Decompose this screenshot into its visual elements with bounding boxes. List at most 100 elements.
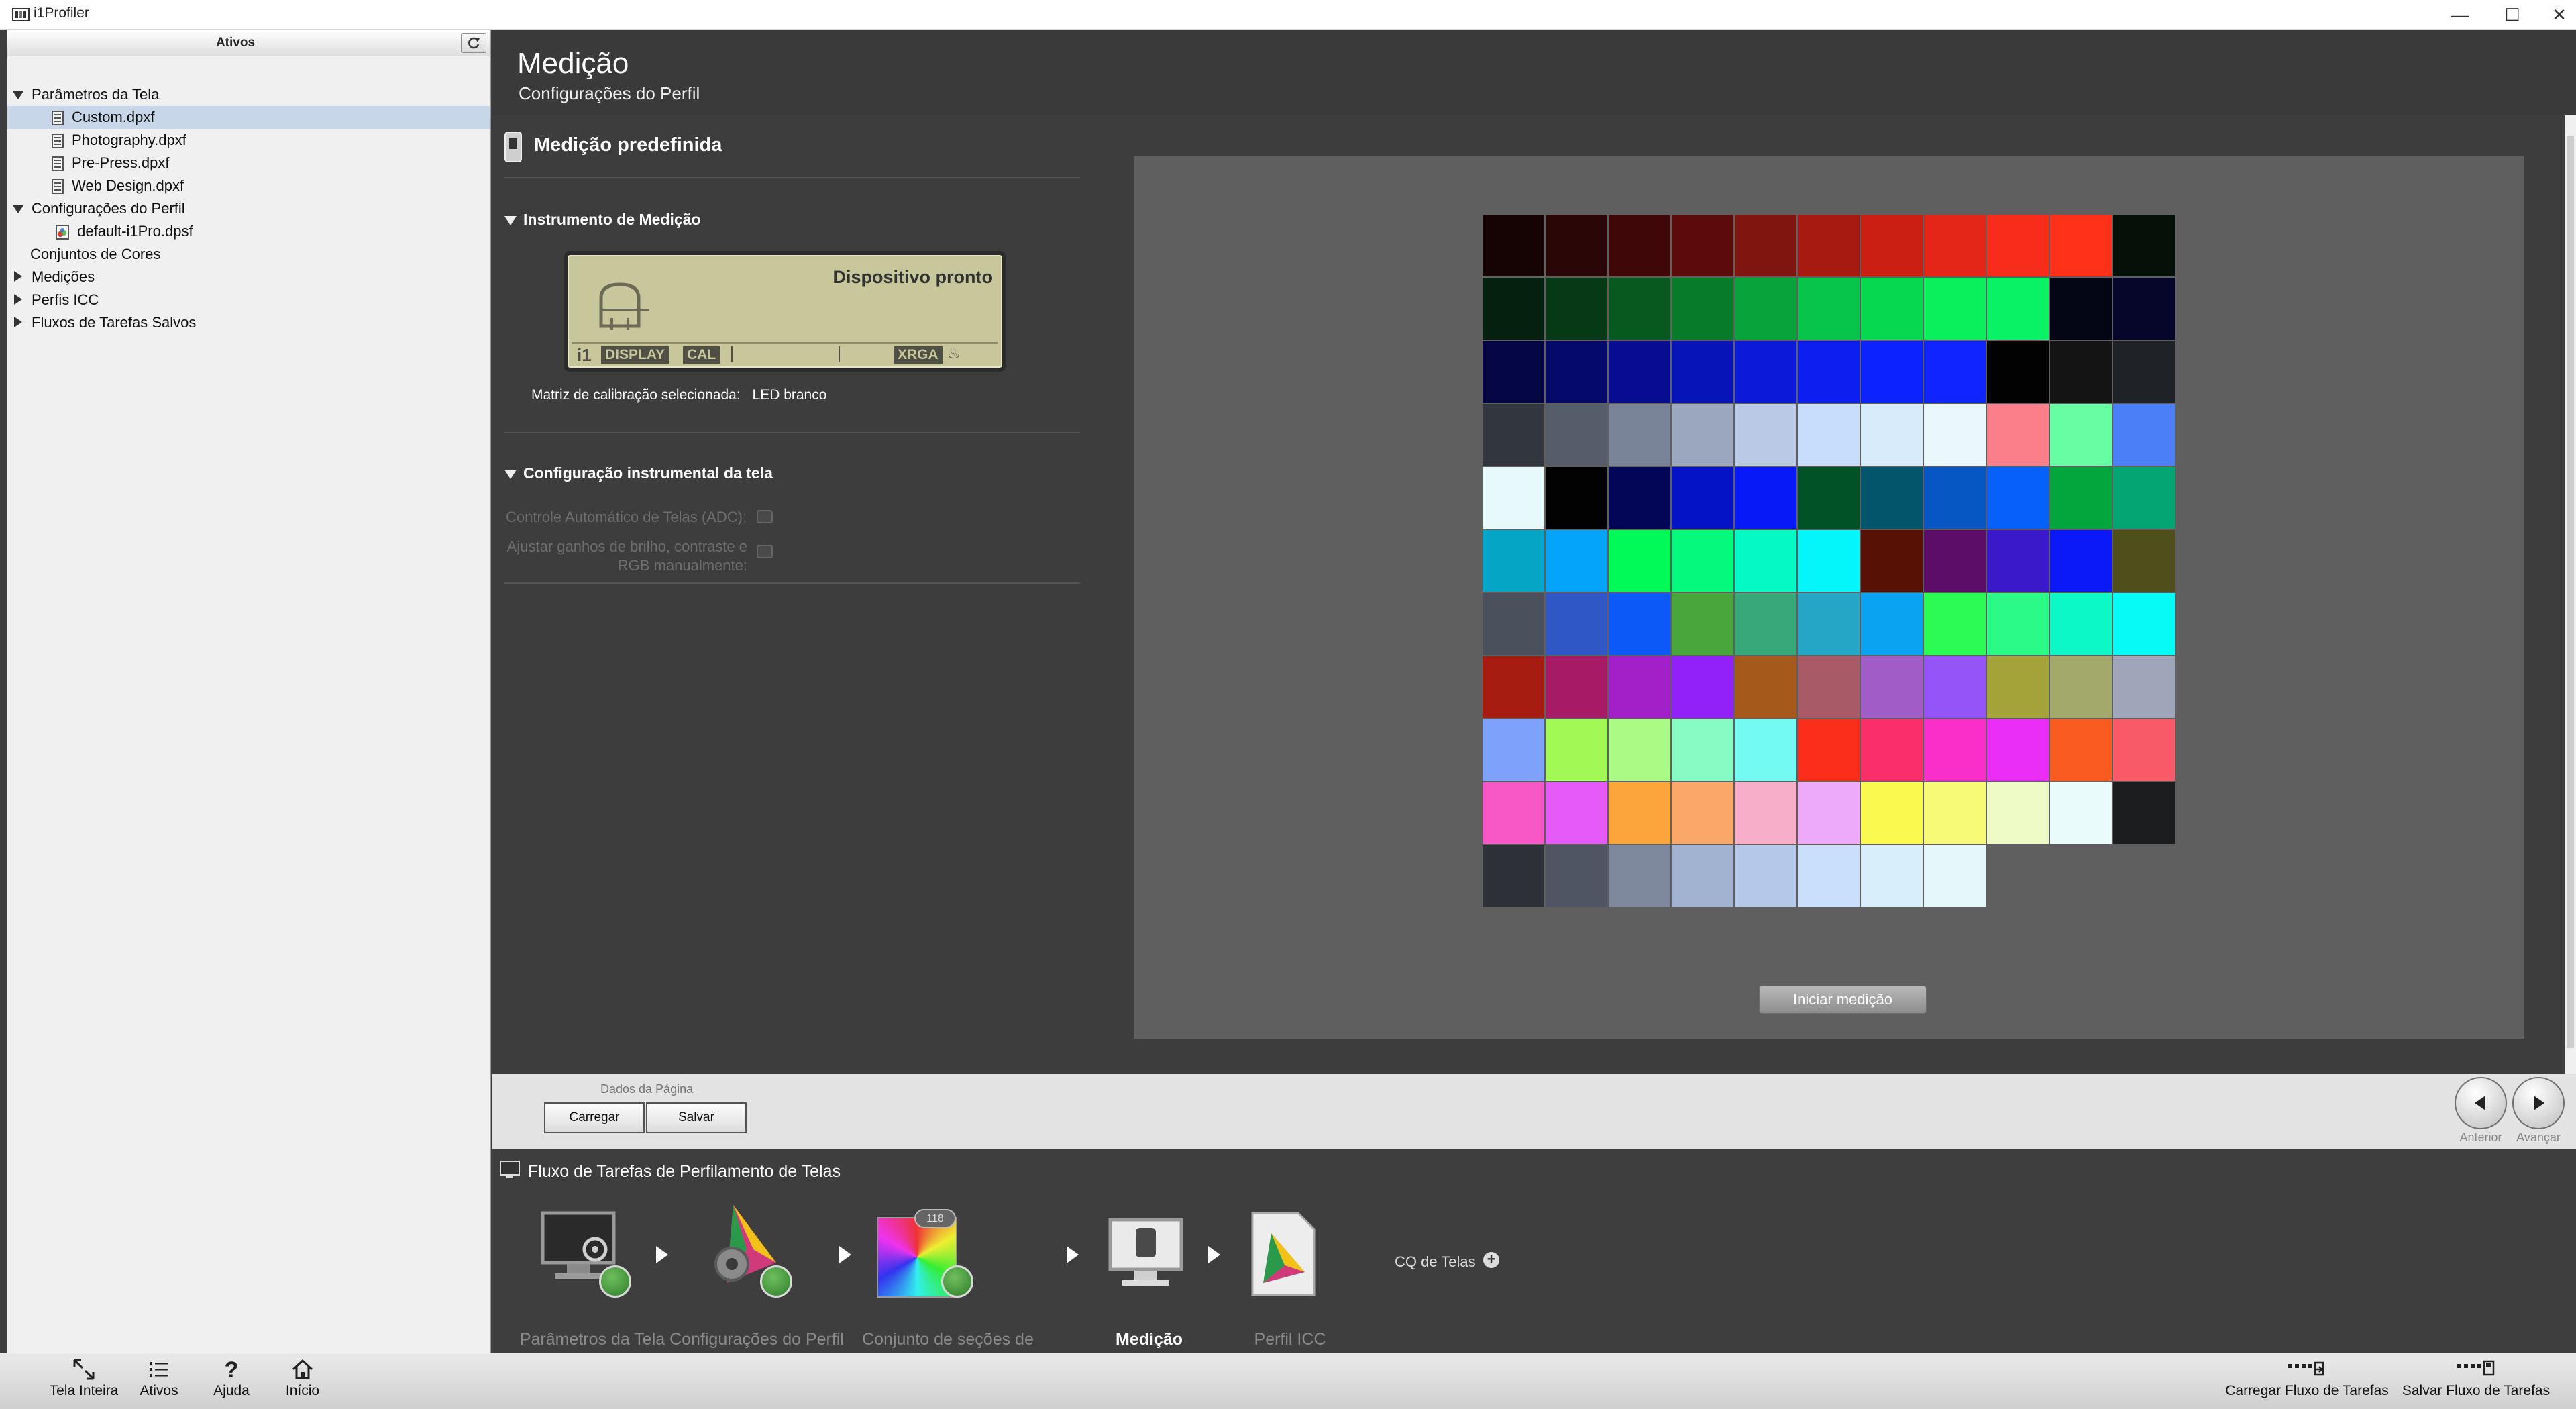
load-button[interactable]: Carregar xyxy=(544,1102,645,1133)
color-patch xyxy=(1672,530,1733,592)
load-workflow-icon xyxy=(2288,1361,2324,1376)
color-patch xyxy=(1924,593,1986,655)
manual-adjust-checkbox[interactable] xyxy=(757,545,773,558)
color-patch xyxy=(1609,278,1670,340)
divider xyxy=(504,582,1080,584)
adc-checkbox[interactable] xyxy=(757,510,773,523)
tree-item-custom-dpxf[interactable]: Custom.dpxf xyxy=(7,106,490,129)
tree-item-label: Configurações do Perfil xyxy=(32,200,185,217)
color-patch xyxy=(1546,656,1607,718)
color-patch xyxy=(2113,719,2175,781)
collapsed-icon[interactable] xyxy=(14,271,22,282)
workflow-step-measurement[interactable] xyxy=(1101,1196,1201,1323)
tree-item-prepress-dpxf[interactable]: Pre-Press.dpxf xyxy=(7,152,490,174)
collapsed-icon[interactable] xyxy=(14,294,22,305)
arrow-right-icon xyxy=(2534,1096,2544,1110)
color-patch xyxy=(1609,215,1670,276)
tree-item-saved-workflows[interactable]: Fluxos de Tarefas Salvos xyxy=(7,311,490,334)
previous-button[interactable] xyxy=(2455,1077,2507,1129)
color-patch xyxy=(1861,341,1923,403)
instrument-section-header[interactable]: Instrumento de Medição xyxy=(504,211,701,229)
color-patch xyxy=(1546,593,1607,655)
color-patch xyxy=(1987,656,2049,718)
next-button[interactable] xyxy=(2512,1077,2565,1129)
monitor-icon xyxy=(500,1161,520,1178)
tree-item-default-dpsf[interactable]: default-i1Pro.dpsf xyxy=(7,220,490,243)
assets-button[interactable]: Ativos xyxy=(131,1357,186,1399)
full-screen-label: Tela Inteira xyxy=(49,1383,119,1398)
tree-item-label: Fluxos de Tarefas Salvos xyxy=(32,314,197,331)
workflow-step-icc-profile[interactable] xyxy=(1243,1196,1337,1323)
color-patch xyxy=(1861,404,1923,466)
display-config-section-header[interactable]: Configuração instrumental da tela xyxy=(504,464,773,482)
page-header: Medição Configurações do Perfil xyxy=(492,30,2576,115)
load-workflow-button[interactable]: Carregar Fluxo de Tarefas xyxy=(2224,1357,2390,1399)
i1-logo: i1 xyxy=(577,345,592,365)
minimize-icon[interactable]: — xyxy=(2430,0,2490,30)
expanded-icon[interactable] xyxy=(13,205,23,213)
vertical-scrollbar[interactable] xyxy=(2565,115,2576,1074)
sidebar-title: Ativos xyxy=(215,36,256,50)
home-icon xyxy=(292,1359,313,1379)
color-patch xyxy=(1798,467,1860,529)
full-screen-button[interactable]: Tela Inteira xyxy=(40,1357,127,1399)
color-patch xyxy=(1735,278,1796,340)
full-screen-icon xyxy=(73,1359,95,1380)
color-patch xyxy=(1735,341,1796,403)
icc-profile-icon xyxy=(1251,1212,1316,1296)
home-button[interactable]: Início xyxy=(275,1357,330,1399)
refresh-button[interactable] xyxy=(461,33,486,53)
workflow-arrow-icon xyxy=(656,1246,668,1263)
next-label: Avançar xyxy=(2516,1131,2561,1144)
color-patch xyxy=(2113,782,2175,844)
measurement-icon xyxy=(1108,1218,1183,1286)
color-patch xyxy=(2113,467,2175,529)
workflow-title: Fluxo de Tarefas de Perfilamento de Tela… xyxy=(528,1162,841,1181)
color-patch xyxy=(1609,719,1670,781)
help-icon: ? xyxy=(225,1357,239,1381)
tree-item-icc-profiles[interactable]: Perfis ICC xyxy=(7,289,490,311)
tree-item-webdesign-dpxf[interactable]: Web Design.dpxf xyxy=(7,174,490,197)
workflow-step-profile-settings[interactable] xyxy=(693,1196,814,1323)
start-measurement-button[interactable]: Iniciar medição xyxy=(1759,986,1927,1014)
color-patch xyxy=(2050,404,2112,466)
expanded-icon[interactable] xyxy=(13,91,23,99)
workflow-arrow-icon xyxy=(1067,1246,1079,1263)
workflow-step-color-patch-set[interactable]: 118 xyxy=(874,1196,1015,1323)
section-label: Instrumento de Medição xyxy=(523,211,701,228)
help-button[interactable]: ? Ajuda xyxy=(204,1357,259,1399)
tree-item-label: Web Design.dpxf xyxy=(72,177,184,194)
color-patch xyxy=(2050,593,2112,655)
divider xyxy=(504,177,1080,178)
color-patch xyxy=(1987,404,2049,466)
tree-item-display-settings[interactable]: Parâmetros da Tela xyxy=(7,83,490,106)
calibration-matrix-row: Matriz de calibração selecionada: LED br… xyxy=(531,387,826,403)
color-patch xyxy=(1798,278,1860,340)
save-workflow-button[interactable]: Salvar Fluxo de Tarefas xyxy=(2399,1357,2553,1399)
tree-item-color-sets[interactable]: Conjuntos de Cores xyxy=(7,243,490,266)
help-label: Ajuda xyxy=(213,1383,250,1398)
color-patch xyxy=(1735,404,1796,466)
color-patch xyxy=(1735,530,1796,592)
color-patch xyxy=(2050,719,2112,781)
scrollbar-thumb[interactable] xyxy=(2567,136,2574,1048)
expanded-icon xyxy=(504,215,517,225)
lcd-xrga-tag: XRGA xyxy=(894,346,943,364)
lcd-display-tag: DISPLAY xyxy=(601,346,669,364)
save-button[interactable]: Salvar xyxy=(646,1102,747,1133)
color-patch xyxy=(2113,215,2175,276)
document-icon xyxy=(52,134,64,149)
close-icon[interactable]: ✕ xyxy=(2529,0,2576,30)
tree-item-photography-dpxf[interactable]: Photography.dpxf xyxy=(7,129,490,152)
color-patch xyxy=(1798,404,1860,466)
color-patch xyxy=(1672,593,1733,655)
add-qc-icon[interactable]: + xyxy=(1483,1252,1499,1268)
tree-item-measurements[interactable]: Medições xyxy=(7,266,490,289)
color-patch xyxy=(1672,215,1733,276)
tree-item-profile-settings[interactable]: Configurações do Perfil xyxy=(7,197,490,220)
collapsed-icon[interactable] xyxy=(14,317,22,327)
color-patch xyxy=(1987,278,2049,340)
workflow-step-display-settings[interactable] xyxy=(532,1196,653,1323)
tree-item-label: Photography.dpxf xyxy=(72,132,186,148)
load-workflow-label: Carregar Fluxo de Tarefas xyxy=(2225,1383,2389,1398)
